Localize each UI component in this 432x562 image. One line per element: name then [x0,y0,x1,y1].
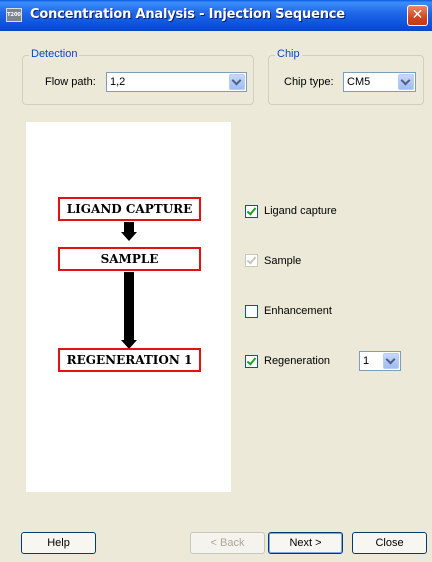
ligand-capture-checkbox[interactable] [245,205,258,218]
title-bar: T200 Concentration Analysis - Injection … [0,0,432,31]
arrow-down-icon [121,232,137,241]
regeneration-count-select[interactable]: 1 [359,351,401,371]
sample-label: Sample [264,255,302,267]
chevron-down-icon[interactable] [398,74,414,90]
arrow-shaft-2 [124,272,134,340]
chip-type-value: CM5 [347,76,371,88]
close-window-button[interactable]: ✕ [407,5,428,26]
arrow-shaft-1 [124,222,134,232]
chevron-down-icon[interactable] [383,353,399,369]
sample-checkbox [245,254,258,267]
window-title: Concentration Analysis - Injection Seque… [30,7,345,22]
regeneration-step: REGENERATION 1 [58,348,201,372]
chevron-down-icon[interactable] [229,74,245,90]
regeneration-label: Regeneration [264,355,331,367]
ligand-capture-label: Ligand capture [264,205,337,217]
help-button[interactable]: Help [21,532,96,554]
flow-path-value: 1,2 [110,76,126,88]
injection-sequence-diagram: LIGAND CAPTURE SAMPLE REGENERATION 1 [26,122,231,492]
close-button[interactable]: Close [352,532,427,554]
chip-type-select[interactable]: CM5 [343,72,416,92]
chip-group-label: Chip [275,48,302,60]
flow-path-label: Flow path: [45,76,96,88]
regeneration-checkbox[interactable] [245,355,258,368]
chip-type-label: Chip type: [284,76,334,88]
enhancement-checkbox[interactable] [245,305,258,318]
flow-path-select[interactable]: 1,2 [106,72,247,92]
detection-group-label: Detection [29,48,80,60]
ligand-capture-step: LIGAND CAPTURE [58,197,201,221]
next-button[interactable]: Next > [268,532,343,554]
sample-step: SAMPLE [58,247,201,271]
app-icon: T200 [6,8,22,22]
back-button[interactable]: < Back [190,532,265,554]
enhancement-label: Enhancement [264,305,332,317]
regeneration-count-value: 1 [363,355,370,367]
